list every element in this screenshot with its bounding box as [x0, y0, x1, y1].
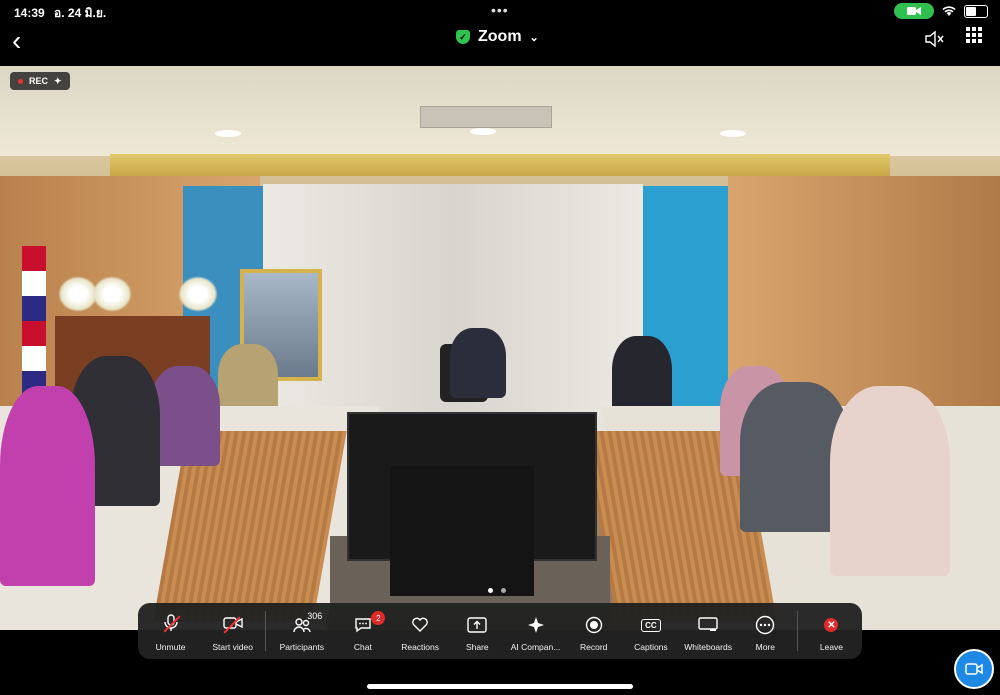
chat-bubble-icon: [354, 614, 372, 636]
meeting-toolbar: Unmute Start video 306 Participants 2 Ch…: [138, 603, 862, 659]
flower-arrangement: [178, 276, 218, 312]
floating-camera-icon[interactable]: [954, 649, 994, 689]
microphone-muted-icon: [163, 613, 179, 636]
gallery-grid-icon[interactable]: [966, 27, 982, 43]
speaker-muted-icon[interactable]: [924, 30, 944, 53]
more-button[interactable]: More: [737, 603, 794, 659]
ceiling-beam: [110, 154, 890, 176]
record-button[interactable]: Record: [565, 603, 622, 659]
leave-button[interactable]: ✕ Leave: [801, 603, 862, 659]
sparkle-icon: ✦: [54, 75, 62, 86]
monitor-back: [390, 466, 534, 596]
share-screen-icon: [467, 614, 488, 636]
home-indicator[interactable]: [367, 684, 633, 689]
reactions-label: Reactions: [401, 642, 440, 652]
ceiling-light: [215, 130, 241, 137]
wifi-icon: [942, 5, 956, 16]
battery-icon: [964, 4, 988, 18]
participants-count: 306: [307, 611, 323, 621]
meeting-title: Zoom: [478, 28, 522, 45]
recording-label: REC: [29, 76, 49, 86]
participant: [830, 386, 950, 576]
participant: [150, 366, 220, 466]
ai-companion-label: AI Compan...: [510, 642, 561, 652]
whiteboards-button[interactable]: Whiteboards: [680, 603, 737, 659]
chat-label: Chat: [353, 642, 372, 652]
chat-button[interactable]: 2 Chat: [334, 603, 391, 659]
share-button[interactable]: Share: [449, 603, 506, 659]
thai-flag: [22, 246, 46, 396]
share-label: Share: [465, 642, 489, 652]
participant: [450, 328, 506, 398]
captions-button[interactable]: CC Captions: [622, 603, 679, 659]
status-time-date: 14:39 อ. 24 มิ.ย.: [14, 4, 112, 23]
status-time: 14:39: [14, 6, 45, 20]
record-icon: [585, 614, 603, 636]
toolbar-divider: [265, 611, 267, 651]
recording-badge[interactable]: REC ✦: [10, 72, 70, 90]
reactions-button[interactable]: Reactions: [392, 603, 449, 659]
video-feed: REC ✦: [0, 66, 1000, 630]
meeting-header: ‹ ✓ Zoom ⌄: [0, 22, 1000, 66]
air-vent: [420, 106, 552, 128]
status-icons: [894, 3, 988, 19]
page-indicator[interactable]: [488, 588, 506, 593]
captions-icon: CC: [641, 614, 661, 636]
whiteboards-label: Whiteboards: [684, 642, 732, 652]
participant: [0, 386, 95, 586]
captions-icon-text: CC: [641, 618, 661, 632]
start-video-label: Start video: [212, 642, 253, 652]
heart-icon: [411, 614, 429, 636]
leave-x-icon: ✕: [824, 614, 839, 636]
participants-label: Participants: [279, 642, 324, 652]
record-dot-icon: [18, 78, 23, 84]
toolbar-divider: [796, 611, 798, 651]
camera-in-use-icon: [894, 3, 934, 19]
status-date: อ. 24 มิ.ย.: [54, 6, 107, 20]
video-off-icon: [222, 614, 243, 636]
chevron-down-icon: ⌄: [529, 31, 539, 44]
participants-button[interactable]: 306 Participants: [269, 603, 334, 659]
ceiling-light: [470, 128, 496, 135]
flower-arrangement: [92, 276, 132, 312]
unmute-label: Unmute: [155, 642, 186, 652]
more-dots-icon: [755, 614, 775, 636]
ai-sparkle-icon: [527, 614, 545, 636]
start-video-button[interactable]: Start video: [203, 603, 262, 659]
back-chevron-icon[interactable]: ‹: [12, 25, 21, 57]
unmute-button[interactable]: Unmute: [138, 603, 203, 659]
leave-label: Leave: [819, 642, 844, 652]
chat-unread-badge: 2: [371, 611, 386, 625]
captions-label: Captions: [634, 642, 668, 652]
meeting-title-button[interactable]: ✓ Zoom ⌄: [456, 28, 539, 46]
encryption-shield-icon: ✓: [456, 30, 470, 44]
status-bar: 14:39 อ. 24 มิ.ย. •••: [0, 0, 1000, 22]
ai-companion-button[interactable]: AI Compan...: [506, 603, 565, 659]
record-label: Record: [579, 642, 608, 652]
more-label: More: [755, 642, 775, 652]
ceiling-light: [720, 130, 746, 137]
whiteboard-icon: [698, 614, 718, 636]
multitask-dots[interactable]: •••: [491, 2, 509, 18]
